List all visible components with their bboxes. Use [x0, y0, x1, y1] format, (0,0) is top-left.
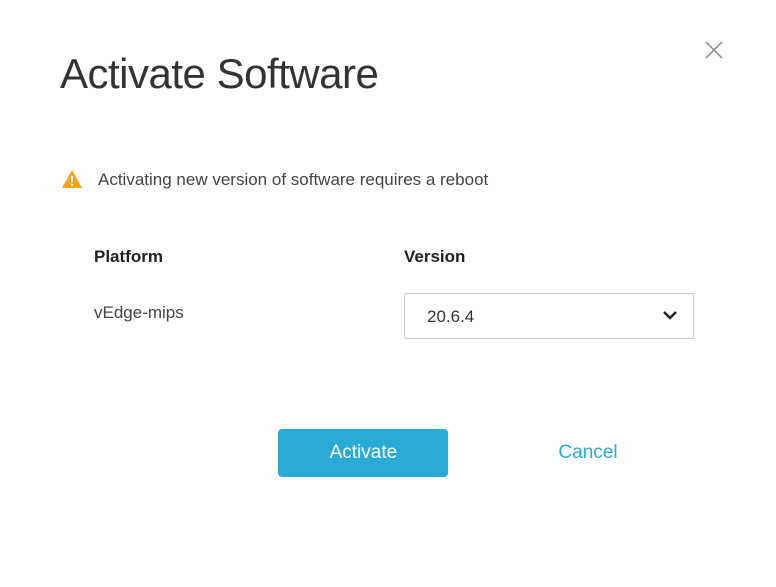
cancel-button[interactable]: Cancel — [558, 442, 617, 464]
version-column: Version 20.6.4 — [404, 247, 716, 339]
platform-label: Platform — [94, 247, 404, 267]
activate-software-dialog: Activate Software Activating new version… — [0, 0, 776, 517]
close-button[interactable] — [700, 38, 728, 66]
warning-banner: Activating new version of software requi… — [60, 168, 716, 192]
warning-icon — [60, 168, 84, 192]
version-select[interactable]: 20.6.4 — [404, 293, 694, 339]
platform-column: Platform vEdge-mips — [94, 247, 404, 339]
form-row: Platform vEdge-mips Version 20.6.4 — [60, 247, 716, 339]
dialog-actions: Activate Cancel — [60, 429, 716, 477]
warning-text: Activating new version of software requi… — [98, 170, 488, 190]
platform-value: vEdge-mips — [94, 293, 404, 323]
version-label: Version — [404, 247, 716, 267]
activate-button[interactable]: Activate — [278, 429, 448, 477]
close-icon — [702, 38, 726, 67]
version-select-wrap: 20.6.4 — [404, 293, 694, 339]
dialog-title: Activate Software — [60, 50, 716, 98]
